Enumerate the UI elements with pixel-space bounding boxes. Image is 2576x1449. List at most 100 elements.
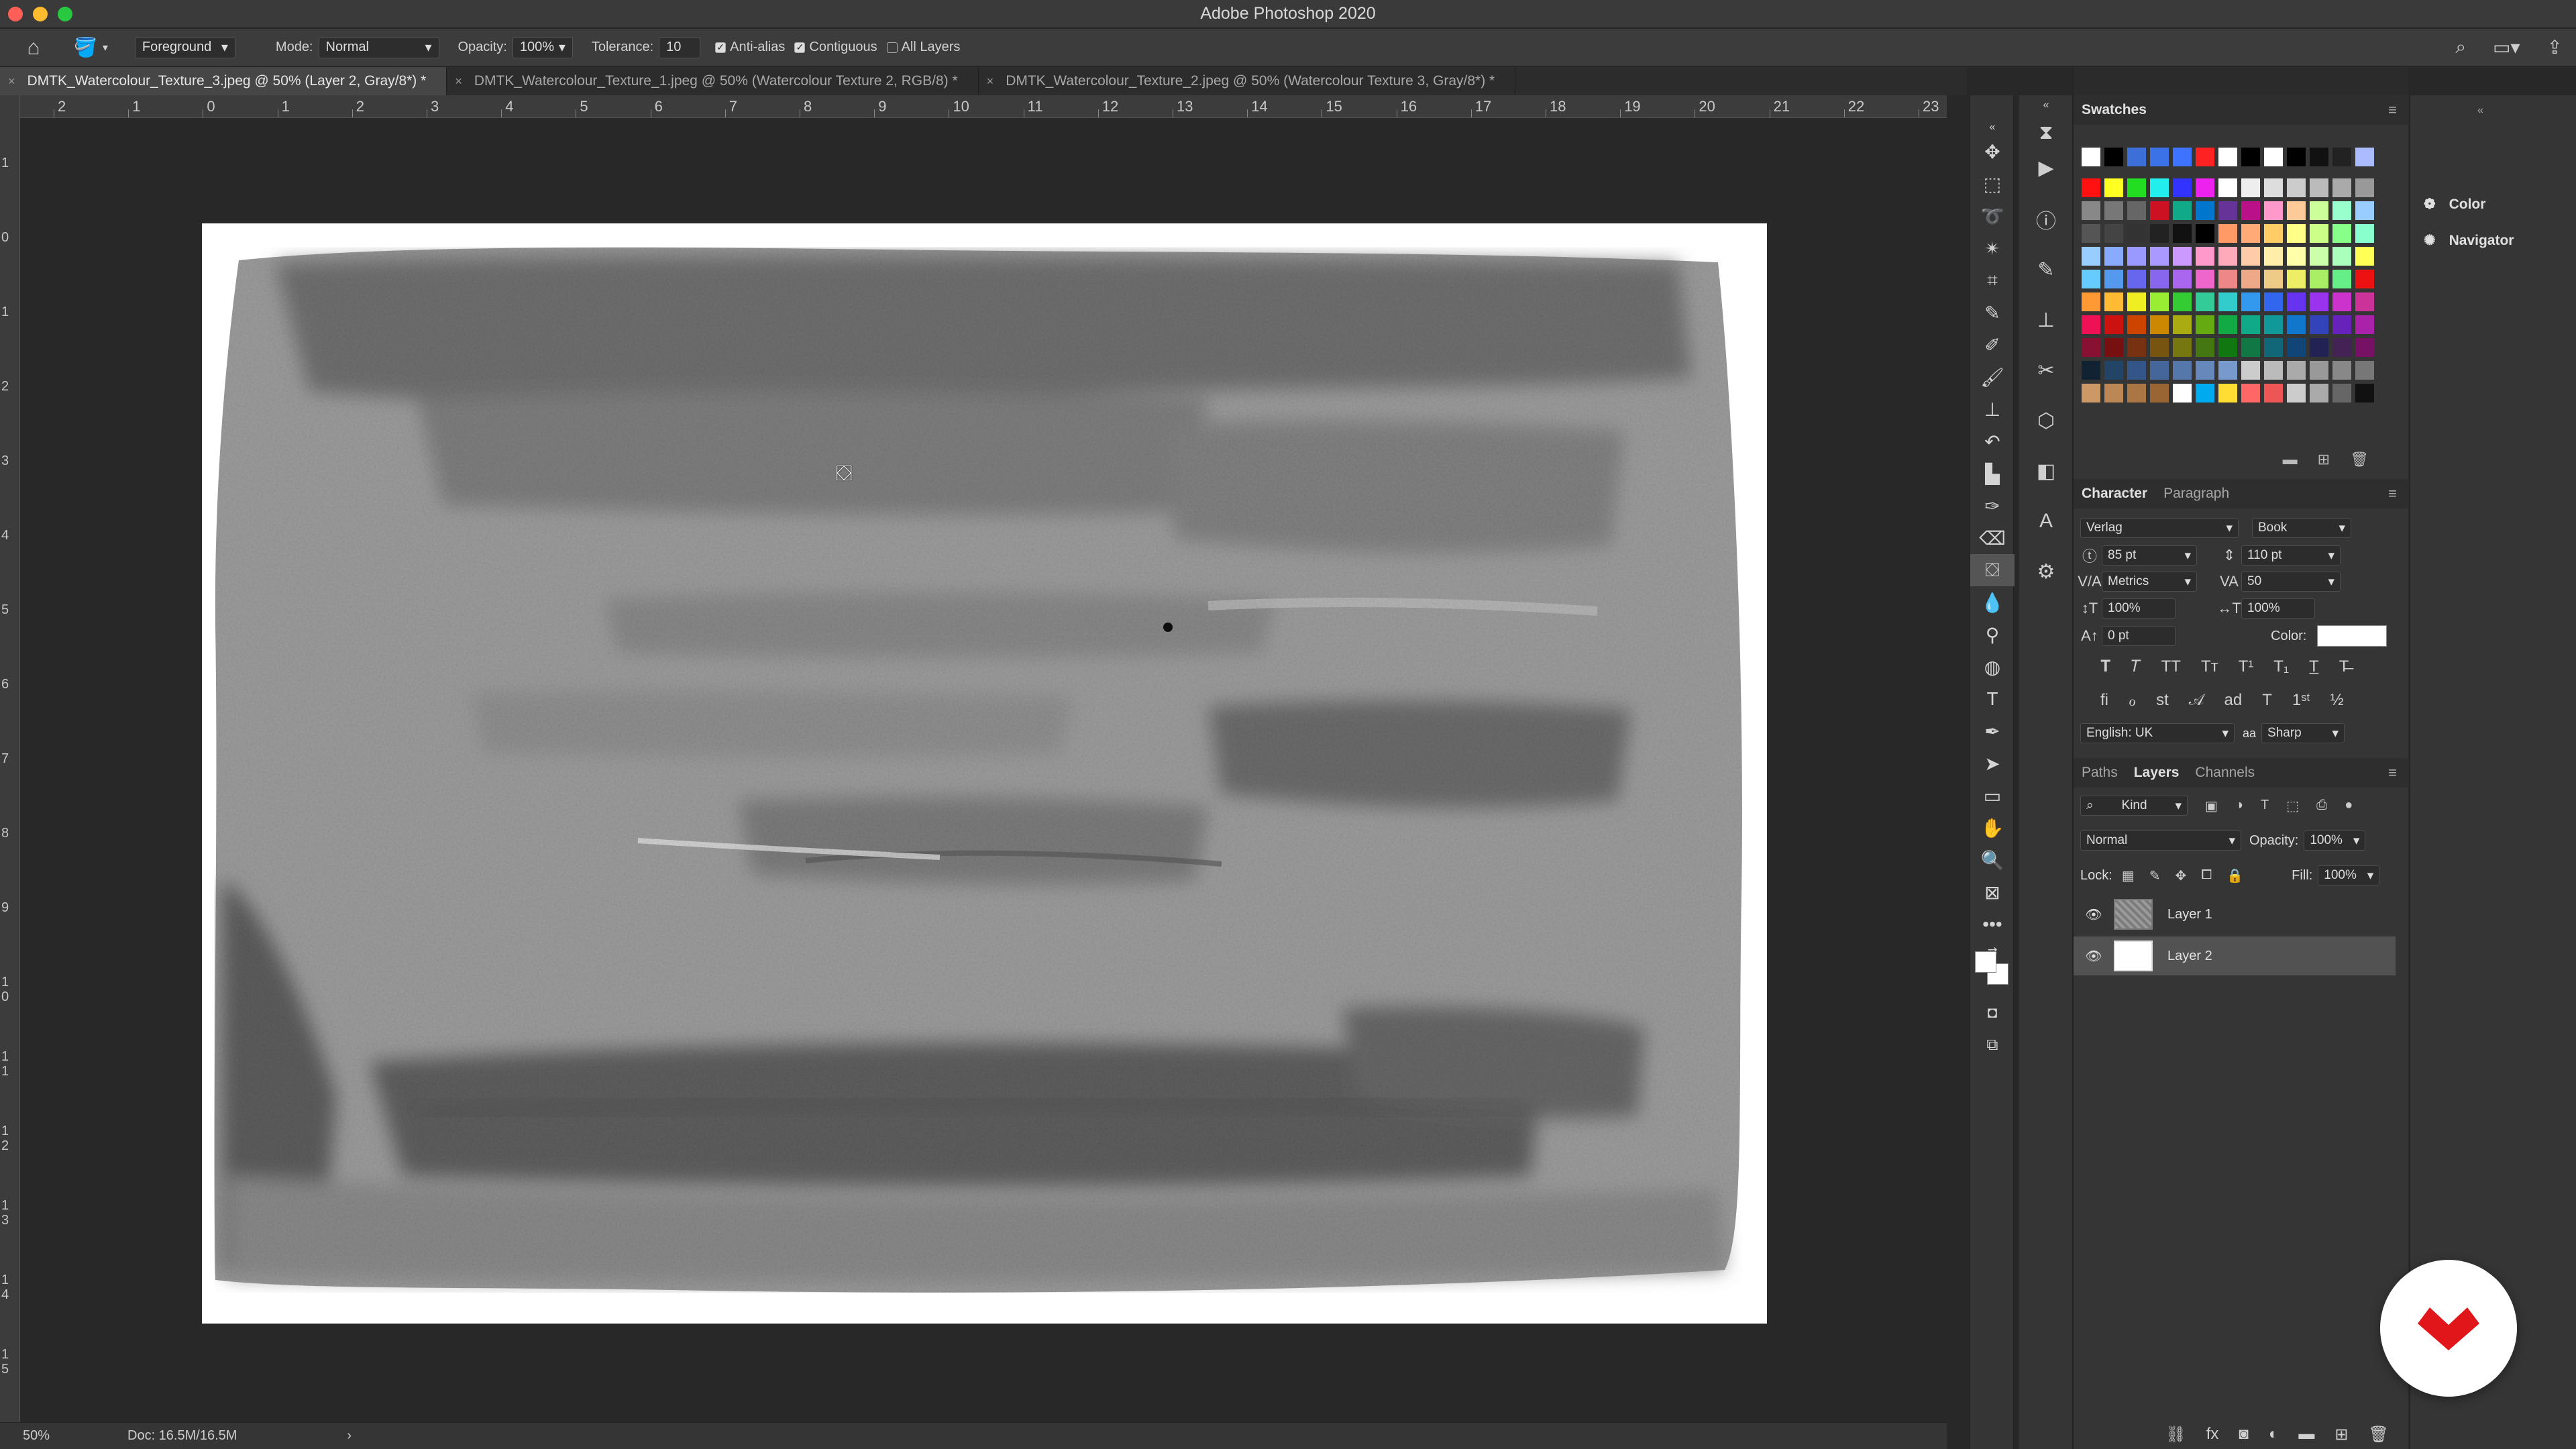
eyedropper-tool-icon[interactable]: ✎ <box>1970 297 2015 329</box>
timeline-panel-icon[interactable]: ◧ <box>2019 451 2073 491</box>
history-panel-icon[interactable]: ⧗ <box>2019 113 2073 153</box>
folder-icon[interactable]: ▬ <box>2283 451 2298 468</box>
color-swatch[interactable] <box>2332 384 2351 402</box>
fill-input[interactable]: 100% ▾ <box>2318 865 2380 885</box>
stamp-tool-icon[interactable]: ▙ <box>1970 458 2015 490</box>
move-tool-icon[interactable]: ✥ <box>1970 136 2015 168</box>
layers-tab[interactable]: Layers <box>2134 765 2180 781</box>
lock-position-icon[interactable]: ✥ <box>2175 867 2186 884</box>
leading-input[interactable]: 110 pt ▾ <box>2241 545 2341 566</box>
color-swatch[interactable] <box>2173 315 2192 334</box>
color-swatch[interactable] <box>2355 201 2374 220</box>
vertical-ruler[interactable]: 101234567891 01 11 21 31 41 5 <box>0 95 20 1422</box>
new-group-icon[interactable]: ▬ <box>2298 1425 2314 1444</box>
color-swatch[interactable] <box>2355 315 2374 334</box>
rectangle-tool-icon[interactable]: ▭ <box>1970 780 2015 812</box>
swatches-tab[interactable]: Swatches <box>2082 102 2147 118</box>
paragraph-tab[interactable]: Paragraph <box>2163 486 2229 502</box>
anti-alias-checkbox[interactable]: ✓ Anti-alias <box>715 40 785 55</box>
color-swatch[interactable] <box>2264 361 2283 380</box>
close-icon[interactable]: × <box>8 74 15 89</box>
type-filter-icon[interactable]: T <box>2261 798 2269 814</box>
pen-tool-icon[interactable]: ✒ <box>1970 715 2015 747</box>
color-swatch[interactable] <box>2082 247 2100 266</box>
color-swatch[interactable] <box>2355 292 2374 311</box>
paint-bucket-tool-icon[interactable]: ⛋ <box>1970 554 2015 586</box>
lasso-tool-icon[interactable]: ➰ <box>1970 200 2015 232</box>
screen-mode-icon[interactable]: ⧉ <box>1970 1029 2015 1061</box>
fill-source-select[interactable]: Foreground ▾ <box>134 36 235 58</box>
color-swatch[interactable] <box>2264 270 2283 288</box>
color-swatch[interactable] <box>2196 292 2214 311</box>
collapse-panels-icon[interactable]: « <box>2477 105 2483 117</box>
color-swatch[interactable] <box>2332 247 2351 266</box>
color-swatch[interactable] <box>2150 148 2169 166</box>
superscript-icon[interactable]: T¹ <box>2239 657 2254 676</box>
foreground-color-swatch[interactable] <box>1975 951 1996 973</box>
document-tab-1[interactable]: × DMTK_Watercolour_Texture_3.jpeg @ 50% (… <box>0 67 447 95</box>
color-swatch[interactable] <box>2173 224 2192 243</box>
color-swatch[interactable] <box>2127 338 2146 357</box>
tool-presets-icon[interactable]: ✂ <box>2019 350 2073 390</box>
color-swatch[interactable] <box>2355 384 2374 402</box>
filter-toggle-icon[interactable]: ● <box>2345 798 2353 814</box>
faux-italic-icon[interactable]: 𝑇 <box>2131 657 2141 676</box>
clone-source-icon[interactable]: ⊥ <box>2019 300 2073 340</box>
color-swatch[interactable] <box>2082 201 2100 220</box>
color-swatch[interactable] <box>2196 178 2214 197</box>
color-swatch[interactable] <box>2127 315 2146 334</box>
fractions-icon[interactable]: ½ <box>2330 691 2344 710</box>
blend-mode-select[interactable]: Normal ▾ <box>2080 830 2241 851</box>
color-swatch[interactable] <box>2173 148 2192 166</box>
properties-panel-icon[interactable]: ⚙ <box>2019 551 2073 592</box>
info-panel-icon[interactable]: ⓘ <box>2019 199 2073 239</box>
color-swatch[interactable] <box>2355 247 2374 266</box>
color-swatch[interactable] <box>2264 315 2283 334</box>
color-swatch[interactable] <box>2332 315 2351 334</box>
underline-icon[interactable]: T̲ <box>2309 657 2319 676</box>
pixel-filter-icon[interactable]: ▣ <box>2205 798 2218 814</box>
color-swatch[interactable] <box>2127 247 2146 266</box>
adjustment-filter-icon[interactable]: ◑ <box>2235 798 2243 814</box>
visibility-eye-icon[interactable]: 👁 <box>2074 948 2114 965</box>
color-swatch[interactable] <box>2332 292 2351 311</box>
color-swatch[interactable] <box>2218 178 2237 197</box>
magic-wand-tool-icon[interactable]: ✴ <box>1970 232 2015 264</box>
color-swatch[interactable] <box>2173 201 2192 220</box>
color-swatch[interactable] <box>2355 224 2374 243</box>
color-swatch[interactable] <box>2355 178 2374 197</box>
paths-tab[interactable]: Paths <box>2082 765 2118 781</box>
color-swatch[interactable] <box>2104 201 2123 220</box>
small-caps-icon[interactable]: Tт <box>2201 657 2218 676</box>
color-swatch[interactable] <box>2332 338 2351 357</box>
color-swatch[interactable] <box>2173 247 2192 266</box>
color-swatch[interactable] <box>2150 270 2169 288</box>
link-layers-icon[interactable]: ⛓ <box>2165 1425 2186 1444</box>
color-swatch[interactable] <box>2310 315 2328 334</box>
ligatures-icon[interactable]: fi <box>2100 691 2108 710</box>
lock-image-icon[interactable]: ✎ <box>2149 867 2161 884</box>
color-swatch[interactable] <box>2196 384 2214 402</box>
channels-tab[interactable]: Channels <box>2195 765 2255 781</box>
trash-icon[interactable]: 🗑 <box>2369 1425 2389 1444</box>
color-swatch[interactable] <box>2332 178 2351 197</box>
sponge-tool-icon[interactable]: ◍ <box>1970 651 2015 683</box>
color-swatch[interactable] <box>2287 178 2306 197</box>
color-swatch[interactable] <box>2104 224 2123 243</box>
color-swatch[interactable] <box>2264 292 2283 311</box>
color-swatch[interactable] <box>2196 315 2214 334</box>
color-swatch[interactable] <box>2241 178 2260 197</box>
color-swatch[interactable] <box>2082 270 2100 288</box>
color-swatch[interactable] <box>2127 270 2146 288</box>
glyphs-panel-icon[interactable]: A <box>2019 501 2073 541</box>
color-swatch[interactable] <box>2196 224 2214 243</box>
marquee-tool-icon[interactable]: ⬚ <box>1970 168 2015 200</box>
visibility-eye-icon[interactable]: 👁 <box>2074 906 2114 923</box>
color-swatch[interactable] <box>2196 247 2214 266</box>
blur-tool-icon[interactable]: 💧 <box>1970 586 2015 619</box>
layer-opacity-input[interactable]: 100% ▾ <box>2304 830 2366 851</box>
zoom-level[interactable]: 50% <box>23 1428 97 1444</box>
color-swatch[interactable] <box>2332 361 2351 380</box>
color-swatch[interactable] <box>2310 178 2328 197</box>
contextual-alternates-icon[interactable]: ℴ <box>2129 691 2136 710</box>
